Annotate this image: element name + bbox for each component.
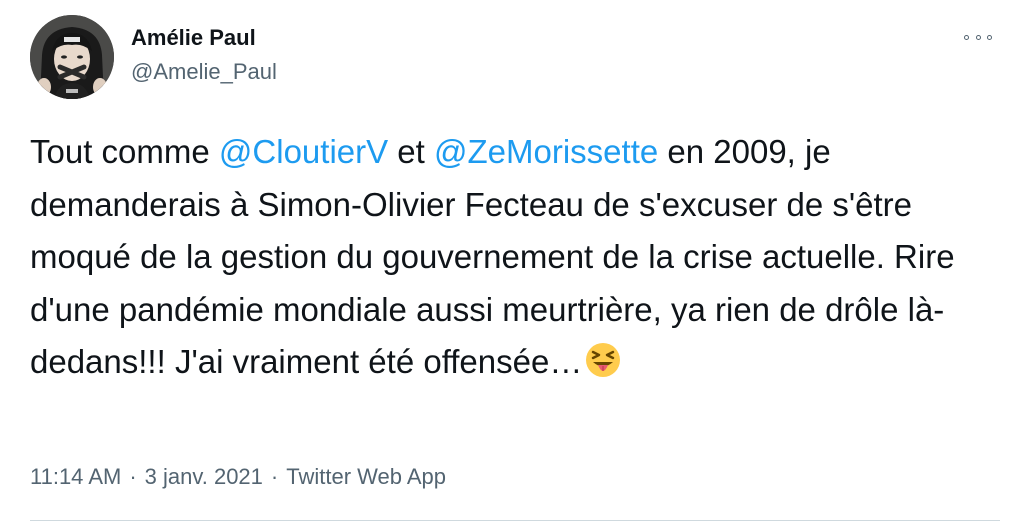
separator: · [270, 464, 279, 489]
squinting-face-with-tongue-icon [584, 341, 622, 379]
tweet-text-part: et [388, 133, 434, 170]
tweet-card: Amélie Paul @Amelie_Paul Tout comme @Clo… [0, 0, 1030, 528]
avatar[interactable] [30, 15, 114, 99]
tweet-text: Tout comme @CloutierV et @ZeMorissette e… [30, 126, 1005, 389]
tweet-text-part: en 2009, je demanderais à Simon-Olivier … [30, 133, 955, 380]
dot-icon [987, 34, 992, 40]
more-options-icon[interactable] [964, 28, 992, 46]
tweet-text-part: Tout comme [30, 133, 219, 170]
mention-link[interactable]: @CloutierV [219, 133, 388, 170]
mention-link[interactable]: @ZeMorissette [434, 133, 658, 170]
avatar-image [30, 15, 114, 99]
divider [30, 520, 1000, 521]
author-name[interactable]: Amélie Paul [131, 24, 256, 52]
dot-icon [964, 34, 969, 40]
tweet-date[interactable]: 3 janv. 2021 [145, 464, 263, 489]
tweet-metadata: 11:14 AM · 3 janv. 2021 · Twitter Web App [30, 462, 446, 492]
dot-icon [975, 34, 981, 40]
tweet-time[interactable]: 11:14 AM [30, 464, 121, 489]
author-handle[interactable]: @Amelie_Paul [131, 58, 277, 86]
tweet-source[interactable]: Twitter Web App [286, 464, 446, 489]
separator: · [129, 464, 137, 489]
